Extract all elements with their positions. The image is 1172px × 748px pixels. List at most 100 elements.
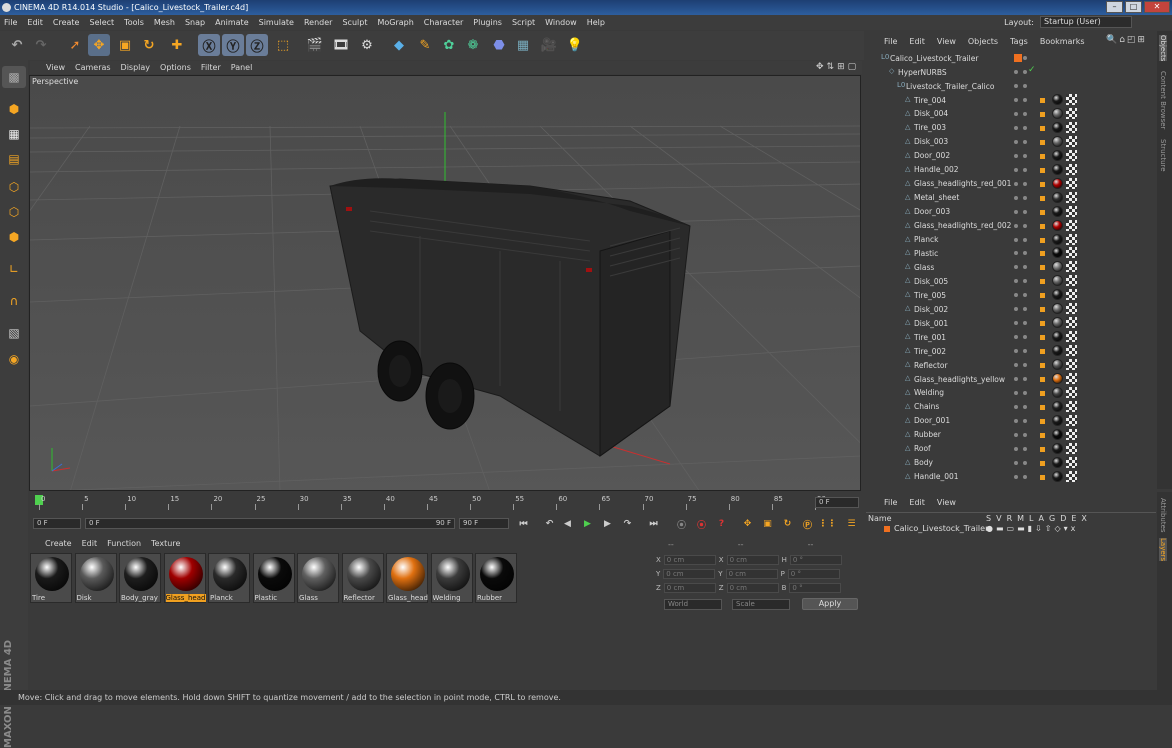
editor-visibility-dot[interactable]: [1014, 251, 1018, 256]
object-root[interactable]: L0 Calico_Livestock_Trailer: [866, 51, 1156, 65]
world-dropdown[interactable]: World: [664, 599, 722, 610]
phong-tag-icon[interactable]: [1040, 111, 1045, 117]
menu-mograph[interactable]: MoGraph: [377, 18, 413, 27]
texture-tag-icon[interactable]: [1066, 373, 1077, 384]
editor-visibility-dot[interactable]: [1014, 349, 1018, 354]
object-item[interactable]: △ Glass_headlights_yellow: [866, 372, 1156, 386]
render-visibility-dot[interactable]: [1023, 265, 1027, 270]
texture-tag-icon[interactable]: [1066, 233, 1077, 245]
material-swatch[interactable]: Planck: [208, 553, 250, 603]
object-item[interactable]: △ Glass_headlights_red_001: [866, 177, 1156, 191]
tab-objects[interactable]: Objects: [1159, 35, 1167, 62]
enabled-check-icon[interactable]: ✓: [1028, 65, 1036, 75]
editor-visibility-dot[interactable]: [1014, 223, 1018, 228]
material-tag-icon[interactable]: [1052, 135, 1063, 147]
editor-visibility-dot[interactable]: [1014, 139, 1018, 144]
object-item[interactable]: △ Body: [866, 456, 1156, 470]
material-tag-icon[interactable]: [1052, 163, 1063, 175]
render-visibility-dot[interactable]: [1023, 446, 1027, 451]
workplane-mode-icon[interactable]: ▤: [2, 148, 26, 170]
texture-tag-icon[interactable]: [1066, 275, 1077, 287]
render-visibility-dot[interactable]: [1023, 56, 1027, 60]
move-tool-icon[interactable]: ✥: [88, 34, 110, 56]
texture-tag-icon[interactable]: [1066, 135, 1077, 147]
edges-mode-icon[interactable]: ⬡: [2, 201, 26, 223]
material-tag-icon[interactable]: [1052, 149, 1063, 161]
editor-visibility-dot[interactable]: [1014, 265, 1018, 270]
material-swatch[interactable]: Tire: [30, 553, 72, 603]
texture-mode-icon[interactable]: ▦: [2, 123, 26, 145]
menu-file[interactable]: File: [4, 18, 17, 27]
object-item[interactable]: △ Metal_sheet: [866, 191, 1156, 205]
render-visibility-dot[interactable]: [1023, 390, 1027, 395]
phong-tag-icon[interactable]: [1040, 321, 1045, 327]
object-item[interactable]: △ Door_003: [866, 205, 1156, 219]
texture-tag-icon[interactable]: [1066, 94, 1077, 105]
object-item[interactable]: △ Door_001: [866, 414, 1156, 428]
object-item[interactable]: △ Tire_005: [866, 288, 1156, 302]
texture-tag-icon[interactable]: [1066, 386, 1077, 398]
rotate-tool-icon[interactable]: ↻: [138, 34, 160, 56]
layout-dropdown[interactable]: Startup (User): [1040, 16, 1132, 28]
editor-visibility-dot[interactable]: [1014, 279, 1018, 284]
object-item[interactable]: △ Reflector: [866, 358, 1156, 372]
material-tag-icon[interactable]: [1052, 121, 1063, 133]
menu-edit[interactable]: Edit: [27, 18, 43, 27]
material-tag-icon[interactable]: [1052, 400, 1063, 412]
editor-visibility-dot[interactable]: [1014, 195, 1018, 200]
material-tag-icon[interactable]: [1052, 289, 1063, 301]
layer-menu-file[interactable]: File: [884, 498, 897, 507]
render-visibility-dot[interactable]: [1023, 363, 1027, 368]
material-tag-icon[interactable]: [1052, 205, 1063, 217]
texture-tag-icon[interactable]: [1066, 121, 1077, 133]
size-field[interactable]: 0 cm: [725, 569, 778, 579]
texture-tag-icon[interactable]: [1066, 359, 1077, 371]
model-mode-icon[interactable]: ⬢: [2, 98, 26, 120]
key-position-icon[interactable]: ✥: [739, 516, 756, 532]
prev-frame-icon[interactable]: ◀: [559, 516, 576, 532]
prev-key-icon[interactable]: ↶: [541, 516, 558, 532]
viewport-menu-display[interactable]: Display: [121, 63, 151, 72]
phong-tag-icon[interactable]: [1040, 139, 1045, 145]
texture-tag-icon[interactable]: [1066, 442, 1077, 454]
editor-visibility-dot[interactable]: [1014, 98, 1018, 102]
material-tag-icon[interactable]: [1052, 456, 1063, 468]
tab-structure[interactable]: Structure: [1159, 139, 1167, 172]
render-visibility-dot[interactable]: [1023, 84, 1027, 88]
position-field[interactable]: 0 cm: [663, 555, 716, 565]
object-item[interactable]: △ Tire_002: [866, 344, 1156, 358]
tab-attributes[interactable]: Attributes: [1159, 498, 1167, 533]
phong-tag-icon[interactable]: [1040, 349, 1045, 355]
next-key-icon[interactable]: ↷: [619, 516, 636, 532]
render-visibility-dot[interactable]: [1023, 432, 1027, 437]
phong-tag-icon[interactable]: [1040, 195, 1045, 201]
material-tag-icon[interactable]: [1052, 470, 1063, 482]
object-item[interactable]: △ Disk_001: [866, 316, 1156, 330]
texture-tag-icon[interactable]: [1066, 247, 1077, 259]
undo-icon[interactable]: ↶: [6, 34, 28, 56]
layer-flags-icons[interactable]: ●▬▭▬▮⇩⇧◇▾ⅹ: [986, 524, 1078, 533]
cube-icon[interactable]: ◆: [388, 34, 410, 56]
material-tag-icon[interactable]: [1052, 386, 1063, 398]
material-tag-icon[interactable]: [1052, 233, 1063, 245]
tab-content-browser[interactable]: Content Browser: [1159, 71, 1167, 129]
material-swatch[interactable]: Glass_head: [386, 553, 428, 603]
position-field[interactable]: 0 cm: [663, 583, 716, 593]
size-field[interactable]: 0 cm: [726, 583, 779, 593]
material-swatch[interactable]: Reflector: [341, 553, 384, 603]
editor-visibility-dot[interactable]: [1014, 307, 1018, 312]
record-keys-icon[interactable]: ⦿: [673, 516, 690, 532]
editor-visibility-dot[interactable]: [1014, 181, 1018, 186]
editor-visibility-dot[interactable]: [1014, 84, 1018, 88]
material-menu-create[interactable]: Create: [45, 539, 72, 548]
editor-visibility-dot[interactable]: [1014, 418, 1018, 423]
phong-tag-icon[interactable]: [1040, 474, 1045, 480]
render-visibility-dot[interactable]: [1023, 195, 1027, 200]
object-item[interactable]: △ Rubber: [866, 428, 1156, 442]
texture-tag-icon[interactable]: [1066, 331, 1077, 343]
material-swatch[interactable]: Glass: [297, 553, 339, 603]
render-visibility-dot[interactable]: [1023, 460, 1027, 465]
render-visibility-dot[interactable]: [1023, 125, 1027, 130]
render-visibility-dot[interactable]: [1023, 181, 1027, 186]
render-visibility-dot[interactable]: [1023, 293, 1027, 298]
